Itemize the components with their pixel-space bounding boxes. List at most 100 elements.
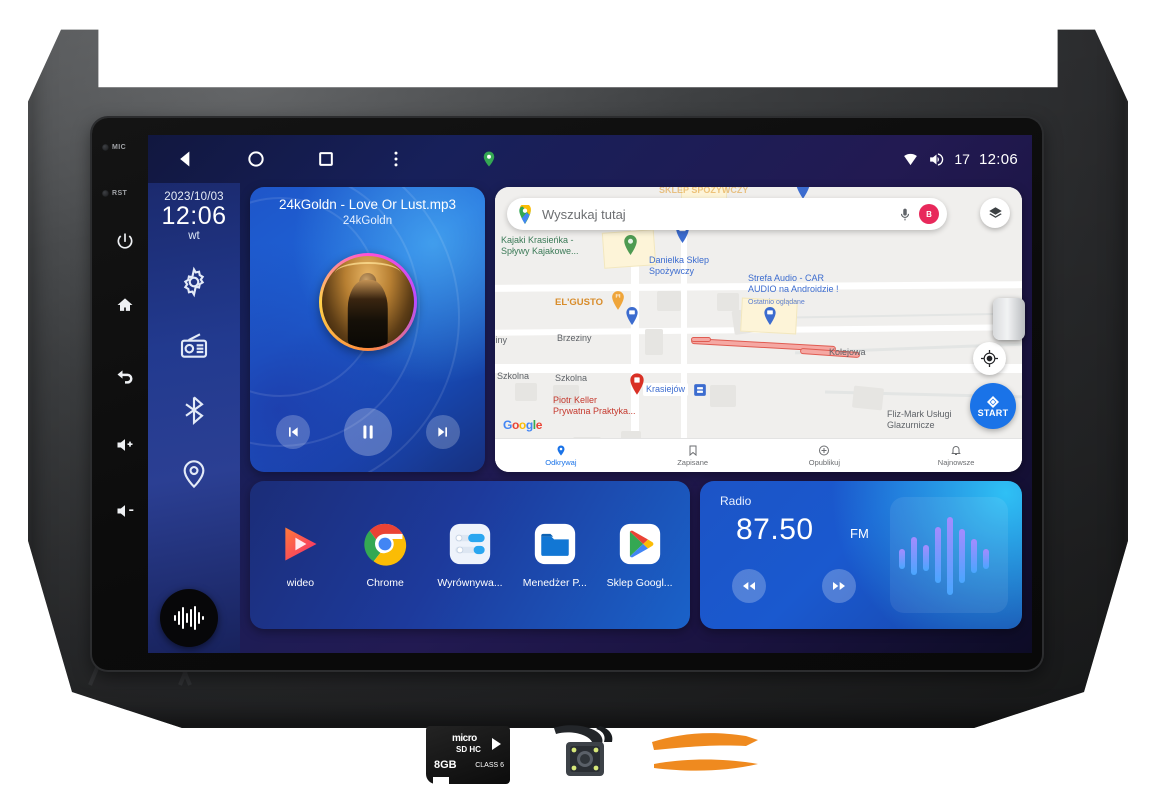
reset-label-row[interactable]: RST	[102, 190, 148, 197]
map-pin-orange-restaurant[interactable]	[611, 291, 625, 310]
mic-icon	[102, 144, 109, 151]
map-widget[interactable]: SKLEP SPOŻYWCZY Kajaki Krasieńka - Spływ…	[495, 187, 1022, 472]
map-place-label[interactable]: Danielka Sklep Spożywczy	[649, 255, 709, 277]
reset-label: RST	[112, 190, 128, 197]
avatar[interactable]: B	[919, 204, 939, 224]
android-status-bar: 17 12:06	[148, 135, 1032, 183]
recents-square-icon	[319, 152, 333, 166]
map-building	[717, 293, 739, 311]
music-previous-button[interactable]	[275, 415, 310, 449]
map-building	[515, 383, 537, 401]
radio-seek-up-button[interactable]	[822, 569, 856, 603]
skip-previous-icon	[288, 427, 298, 437]
app-item-play-store[interactable]: Sklep Googl...	[602, 521, 678, 589]
mic-label: MIC	[112, 144, 127, 151]
home-circle-icon	[248, 151, 264, 167]
map-place-label[interactable]: EL'GUSTO	[555, 297, 603, 308]
map-place-label[interactable]: Strefa Audio - CAR AUDIO na Androidzie !	[748, 273, 839, 295]
map-search-bar[interactable]: Wyszukaj tutaj B	[507, 198, 947, 230]
app-label: Sklep Googl...	[606, 577, 673, 589]
back-arrow-icon	[117, 370, 133, 384]
map-nav-explore[interactable]: Odkrywaj	[495, 444, 627, 467]
pry-tools	[652, 733, 758, 771]
map-label-partial: SKLEP SPOŻYWCZY	[659, 187, 749, 195]
home-widgets-area: 24kGoldn - Love Or Lust.mp3 24kGoldn SKL…	[240, 183, 1032, 653]
map-pin-red[interactable]	[629, 373, 645, 395]
my-location-icon	[981, 350, 998, 367]
album-art-image	[321, 256, 414, 348]
pause-icon	[362, 425, 373, 439]
power-button[interactable]	[108, 224, 142, 258]
map-building	[851, 385, 885, 411]
radio-seek-down-button[interactable]	[732, 569, 766, 603]
gps-status-icon-wrap	[480, 149, 498, 169]
map-place-label[interactable]: Kajaki Krasieńka - Spływy Kajakowe...	[501, 235, 579, 257]
nav-recents-button[interactable]	[314, 147, 338, 171]
voice-assistant-button[interactable]	[160, 589, 218, 647]
dock-item-bluetooth[interactable]	[176, 392, 212, 428]
map-street-label: Szkolna	[555, 373, 588, 383]
map-pin-green[interactable]	[623, 235, 638, 255]
plus-circle-icon	[819, 445, 830, 456]
map-pin-blue-small[interactable]	[625, 307, 639, 325]
nav-back-button[interactable]	[174, 147, 198, 171]
nav-home-button[interactable]	[244, 147, 268, 171]
map-place-label[interactable]: Fliz-Mark Usługi Glazurnicze	[887, 409, 952, 431]
radio-waveform-panel	[890, 497, 1008, 613]
radio-title: Radio	[720, 494, 752, 508]
nav-overflow-button[interactable]	[384, 147, 408, 171]
power-icon	[117, 233, 133, 249]
radio-widget[interactable]: Radio 87.50 FM	[700, 481, 1022, 629]
map-place-label[interactable]: Piotr Keller Prywatna Praktyka...	[553, 395, 636, 417]
map-icon-station[interactable]	[693, 383, 707, 397]
map-layers-button[interactable]	[980, 198, 1010, 228]
map-nav-label: Najnowsze	[937, 458, 975, 467]
map-nav-label: Odkrywaj	[545, 458, 577, 467]
map-building	[645, 329, 663, 355]
product-photo: MIC RST 17 12:06 2023/10/03 12:06 wt 24k…	[0, 0, 1155, 796]
map-place-label[interactable]: Krasiejów	[643, 383, 689, 396]
app-item-equalizer[interactable]: Wyrównywa...	[432, 521, 508, 589]
dock-item-navigation[interactable]	[176, 456, 212, 492]
map-building	[657, 291, 681, 311]
app-item-chrome[interactable]: Chrome	[347, 521, 423, 589]
music-next-button[interactable]	[425, 415, 460, 449]
dock-item-radio[interactable]	[176, 328, 212, 364]
map-nav-saved[interactable]: Zapisane	[627, 444, 759, 467]
map-pin-blue-small[interactable]	[763, 307, 777, 325]
sd-arrow-icon	[492, 738, 501, 750]
gear-icon	[183, 266, 205, 298]
home-button[interactable]	[108, 288, 142, 322]
audio-waveform-icon	[899, 517, 989, 595]
sd-notch	[433, 777, 449, 784]
dock-time: 12:06	[161, 202, 227, 230]
map-search-input[interactable]: Wyszukaj tutaj	[542, 207, 898, 222]
explore-pin-icon	[557, 445, 565, 456]
map-nav-updates[interactable]: Najnowsze	[890, 444, 1022, 467]
app-item-video[interactable]: wideo	[262, 521, 338, 589]
album-art	[318, 253, 417, 351]
volume-knob[interactable]	[993, 298, 1025, 340]
dock-item-settings[interactable]	[176, 264, 212, 300]
volume-up-button[interactable]	[108, 428, 142, 462]
back-button[interactable]	[108, 360, 142, 394]
map-street-label: Kolejowa	[829, 347, 866, 357]
volume-level: 17	[954, 151, 970, 167]
map-nav-label: Zapisane	[677, 458, 709, 467]
music-artist: 24kGoldn	[342, 215, 393, 227]
app-label: Wyrównywa...	[437, 577, 503, 589]
reset-icon[interactable]	[102, 190, 109, 197]
map-start-navigation-button[interactable]: START	[970, 383, 1016, 429]
map-nav-contribute[interactable]: Opublikuj	[759, 444, 891, 467]
app-item-file-manager[interactable]: Menedżer P...	[517, 521, 593, 589]
volume-down-button[interactable]	[108, 494, 142, 528]
mic-label-row: MIC	[102, 144, 148, 151]
video-player-icon	[277, 521, 323, 567]
music-play-pause-button[interactable]	[343, 408, 392, 456]
map-my-location-button[interactable]	[973, 342, 1006, 375]
microphone-icon	[900, 208, 910, 220]
music-widget[interactable]: 24kGoldn - Love Or Lust.mp3 24kGoldn	[250, 187, 485, 472]
rear-view-camera	[554, 725, 613, 776]
lcd-screen[interactable]: 17 12:06 2023/10/03 12:06 wt 24kGoldn - …	[148, 135, 1032, 653]
sd-class-label: CLASS 6	[475, 762, 504, 769]
